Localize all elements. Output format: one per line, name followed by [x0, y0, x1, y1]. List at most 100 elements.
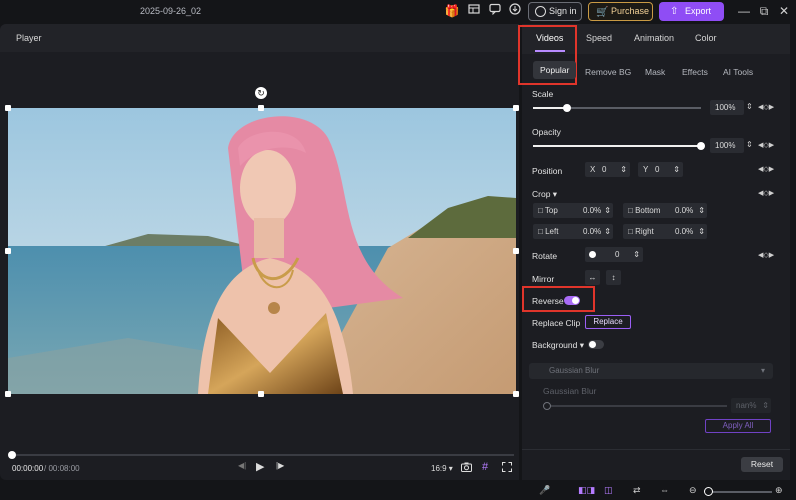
- scale-input[interactable]: 100%: [710, 100, 744, 115]
- apply-all-button[interactable]: Apply All: [705, 419, 771, 433]
- position-x-stepper-icon[interactable]: ⇕: [620, 162, 627, 177]
- background-label[interactable]: Background ▾: [532, 340, 584, 351]
- sign-in-button[interactable]: Sign in: [528, 2, 582, 21]
- gift-icon[interactable]: 🎁: [444, 3, 460, 19]
- aspect-ratio-select[interactable]: 16:9 ▾: [431, 464, 453, 473]
- resize-handle-l[interactable]: [5, 248, 11, 254]
- opacity-input[interactable]: 100%: [710, 138, 744, 153]
- top-bar: 2025-09-26_02 🎁 Sign in 🛒 Purchase ⇧ Exp…: [0, 0, 796, 24]
- position-keyframe-icon[interactable]: ◀◇▶: [758, 165, 774, 173]
- resize-handle-b[interactable]: [258, 391, 264, 397]
- gaussian-blur-input[interactable]: nan% ⇕: [731, 398, 771, 413]
- crop-bottom-stepper-icon[interactable]: ⇕: [698, 203, 705, 218]
- chat-icon[interactable]: [487, 3, 503, 19]
- replace-button[interactable]: Replace: [585, 315, 631, 329]
- panel-divider: [522, 449, 790, 450]
- split-icon[interactable]: ⇄: [633, 485, 641, 496]
- export-button[interactable]: ⇧ Export: [659, 2, 724, 21]
- gaussian-blur-slider[interactable]: [543, 402, 727, 410]
- reset-button[interactable]: Reset: [741, 457, 783, 472]
- opacity-value: 100%: [715, 141, 736, 150]
- minimize-icon[interactable]: —: [736, 3, 752, 19]
- subtab-ai-tools[interactable]: AI Tools: [723, 67, 753, 77]
- aspect-ratio-value: 16:9: [431, 464, 447, 473]
- crop-left-input[interactable]: □ Left 0.0% ⇕: [533, 224, 613, 239]
- resize-handle-tr[interactable]: [513, 105, 519, 111]
- current-time: 00:00:00: [12, 464, 44, 473]
- scale-stepper-icon[interactable]: ⇕: [746, 102, 753, 111]
- gaussian-blur-stepper-icon[interactable]: ⇕: [762, 398, 769, 413]
- zoom-slider[interactable]: [710, 491, 772, 493]
- crop-right-input[interactable]: □ Right 0.0% ⇕: [623, 224, 707, 239]
- rotate-dial-icon[interactable]: [589, 251, 596, 258]
- gaussian-blur-value: nan%: [736, 401, 757, 410]
- rotate-keyframe-icon[interactable]: ◀◇▶: [758, 251, 774, 259]
- next-frame-icon[interactable]: |▶: [276, 461, 284, 470]
- gaussian-blur-knob[interactable]: [543, 402, 551, 410]
- crop-bottom-input[interactable]: □ Bottom 0.0% ⇕: [623, 203, 707, 218]
- fit-timeline-icon[interactable]: ⇔: [660, 485, 669, 495]
- opacity-keyframe-icon[interactable]: ◀◇▶: [758, 141, 774, 149]
- crop-right-stepper-icon[interactable]: ⇕: [698, 224, 705, 239]
- rotate-handle[interactable]: ↻: [255, 87, 267, 99]
- scale-slider-knob[interactable]: [562, 104, 571, 112]
- crop-right-icon: □: [628, 227, 633, 236]
- position-x-input[interactable]: X 0 ⇕: [585, 162, 630, 177]
- opacity-slider-knob[interactable]: [697, 142, 705, 150]
- zoom-slider-knob[interactable]: [704, 487, 713, 496]
- resize-handle-r[interactable]: [513, 248, 519, 254]
- crop-left-icon: □: [538, 227, 543, 236]
- crop-top-input[interactable]: □ Top 0.0% ⇕: [533, 203, 613, 218]
- layout-icon[interactable]: [466, 3, 482, 19]
- close-icon[interactable]: ✕: [776, 3, 792, 19]
- resize-handle-br[interactable]: [513, 391, 519, 397]
- play-icon[interactable]: ▶: [256, 460, 264, 473]
- playback-timeline[interactable]: [8, 451, 514, 459]
- restore-icon[interactable]: ⧉: [756, 3, 772, 19]
- crop-keyframe-icon[interactable]: ◀◇▶: [758, 189, 774, 197]
- grid-icon[interactable]: #: [482, 461, 488, 473]
- subtab-effects[interactable]: Effects: [682, 67, 708, 77]
- zoom-out-icon[interactable]: ⊖: [689, 485, 697, 496]
- resize-handle-bl[interactable]: [5, 391, 11, 397]
- fullscreen-icon[interactable]: [502, 462, 512, 475]
- position-y-stepper-icon[interactable]: ⇕: [673, 162, 680, 177]
- subtab-mask[interactable]: Mask: [645, 67, 665, 77]
- opacity-stepper-icon[interactable]: ⇕: [746, 140, 753, 149]
- rotate-label: Rotate: [532, 251, 558, 261]
- zoom-in-icon[interactable]: ⊕: [775, 485, 783, 496]
- background-toggle[interactable]: [588, 340, 604, 349]
- purchase-button[interactable]: 🛒 Purchase: [588, 2, 653, 21]
- scale-keyframe-icon[interactable]: ◀◇▶: [758, 103, 774, 111]
- crop-label[interactable]: Crop ▾: [532, 189, 557, 200]
- tab-color[interactable]: Color: [695, 33, 717, 43]
- mirror-vertical-icon[interactable]: ↕: [606, 270, 621, 285]
- snapshot-icon[interactable]: [461, 462, 472, 475]
- tab-speed[interactable]: Speed: [586, 33, 612, 43]
- scale-label: Scale: [532, 89, 554, 99]
- resize-handle-tl[interactable]: [5, 105, 11, 111]
- crop-left-stepper-icon[interactable]: ⇕: [604, 224, 611, 239]
- magnet-snap-icon[interactable]: ◫: [604, 485, 613, 496]
- video-frame-image: [8, 108, 516, 394]
- tab-animation[interactable]: Animation: [634, 33, 674, 43]
- position-y-input[interactable]: Y 0 ⇕: [638, 162, 683, 177]
- resize-handle-t[interactable]: [258, 105, 264, 111]
- rotate-stepper-icon[interactable]: ⇕: [633, 247, 640, 262]
- crop-top-stepper-icon[interactable]: ⇕: [604, 203, 611, 218]
- subtab-popular[interactable]: Popular: [533, 61, 577, 79]
- video-preview[interactable]: [8, 108, 516, 394]
- opacity-slider[interactable]: [533, 142, 705, 150]
- prev-frame-icon[interactable]: ◀|: [238, 461, 246, 470]
- subtab-remove-bg[interactable]: Remove BG: [585, 67, 631, 77]
- microphone-icon[interactable]: 🎤: [539, 485, 550, 496]
- background-style-dropdown[interactable]: Gaussian Blur ▾: [529, 363, 773, 379]
- link-clips-icon[interactable]: ◧◨: [578, 485, 595, 496]
- download-icon[interactable]: [507, 3, 523, 19]
- rotate-input[interactable]: 0 ⇕: [585, 247, 643, 262]
- mirror-horizontal-icon[interactable]: ↔: [585, 270, 600, 285]
- position-y-value: 0: [655, 165, 660, 174]
- time-separator: /: [44, 464, 47, 473]
- playhead-knob[interactable]: [8, 451, 16, 459]
- scale-slider[interactable]: [533, 104, 701, 112]
